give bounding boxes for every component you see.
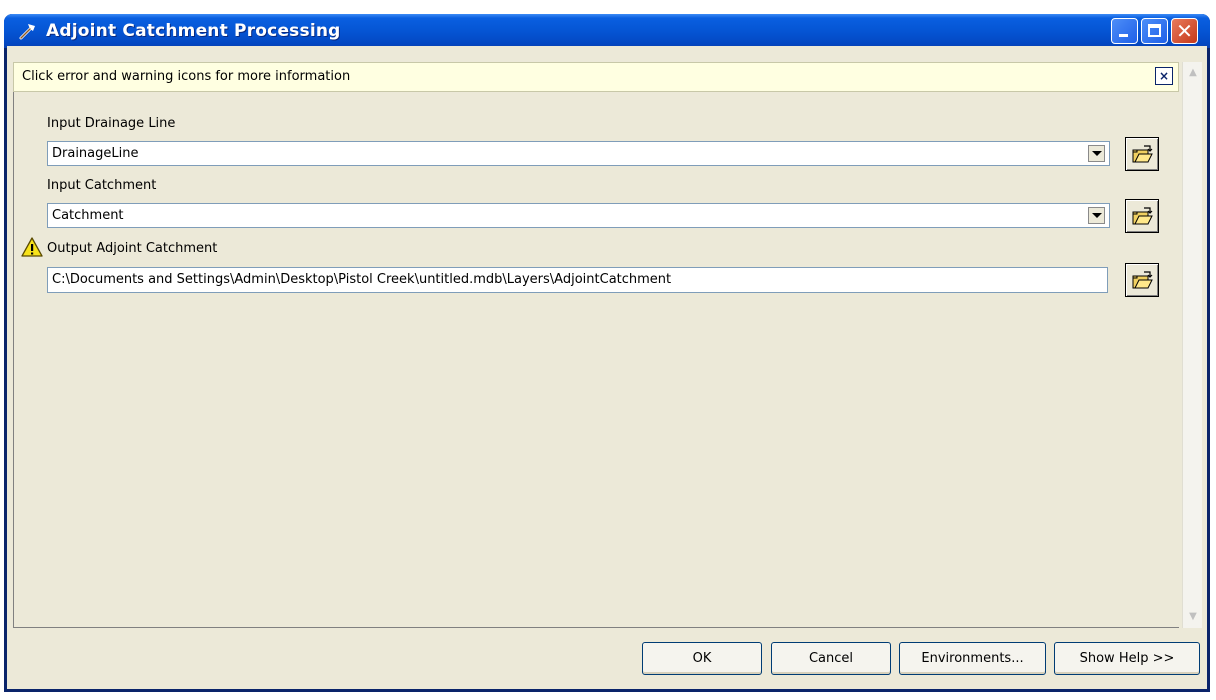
input-drainage-line-label: Input Drainage Line bbox=[47, 116, 176, 131]
title-bar[interactable]: Adjoint Catchment Processing ✕ bbox=[4, 14, 1210, 48]
parameters-panel bbox=[13, 92, 1179, 628]
warning-icon[interactable] bbox=[21, 236, 43, 258]
message-bar-close-icon[interactable]: × bbox=[1155, 67, 1173, 85]
minimize-icon bbox=[1119, 34, 1128, 37]
output-adjoint-catchment-input[interactable]: C:\Documents and Settings\Admin\Desktop\… bbox=[47, 267, 1108, 293]
vertical-scrollbar[interactable]: ▲ ▼ bbox=[1182, 62, 1202, 628]
scroll-up-icon[interactable]: ▲ bbox=[1184, 64, 1202, 82]
window-title: Adjoint Catchment Processing bbox=[46, 21, 341, 41]
scroll-down-icon[interactable]: ▼ bbox=[1184, 608, 1202, 626]
dropdown-arrow-icon[interactable] bbox=[1088, 145, 1105, 162]
cancel-button[interactable]: Cancel bbox=[771, 642, 891, 675]
environments-button[interactable]: Environments... bbox=[899, 642, 1046, 675]
message-bar: Click error and warning icons for more i… bbox=[13, 62, 1179, 92]
input-catchment-label: Input Catchment bbox=[47, 178, 157, 193]
input-drainage-line-value: DrainageLine bbox=[52, 146, 139, 161]
show-help-button[interactable]: Show Help >> bbox=[1054, 642, 1200, 675]
browse-catchment-button[interactable] bbox=[1125, 199, 1159, 233]
input-catchment-value: Catchment bbox=[52, 208, 124, 223]
input-catchment-combo[interactable]: Catchment bbox=[47, 203, 1110, 228]
maximize-icon bbox=[1148, 24, 1161, 37]
hammer-icon bbox=[19, 24, 35, 40]
open-folder-icon bbox=[1132, 207, 1153, 225]
close-icon: ✕ bbox=[1176, 19, 1193, 43]
dropdown-arrow-icon[interactable] bbox=[1088, 207, 1105, 224]
message-bar-text: Click error and warning icons for more i… bbox=[22, 69, 351, 84]
minimize-button[interactable] bbox=[1111, 18, 1138, 44]
browse-drainage-line-button[interactable] bbox=[1125, 137, 1159, 171]
open-folder-icon bbox=[1132, 271, 1153, 289]
maximize-button[interactable] bbox=[1141, 18, 1168, 44]
open-folder-icon bbox=[1132, 145, 1153, 163]
close-button[interactable]: ✕ bbox=[1171, 18, 1198, 44]
input-drainage-line-combo[interactable]: DrainageLine bbox=[47, 141, 1110, 166]
ok-button[interactable]: OK bbox=[642, 642, 762, 675]
output-adjoint-catchment-label: Output Adjoint Catchment bbox=[47, 241, 218, 256]
browse-output-button[interactable] bbox=[1125, 263, 1159, 297]
